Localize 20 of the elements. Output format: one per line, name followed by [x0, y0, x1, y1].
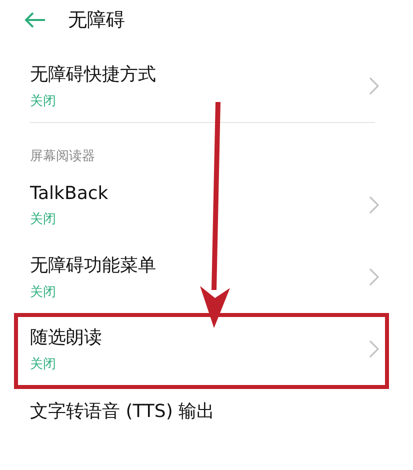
- chevron-icon: [369, 77, 379, 95]
- setting-row[interactable]: 无障碍功能菜单 关闭: [0, 241, 413, 313]
- back-icon[interactable]: [24, 12, 46, 28]
- setting-row[interactable]: TalkBack 关闭: [0, 169, 413, 241]
- setting-title: 无障碍快捷方式: [30, 63, 157, 86]
- setting-status: 关闭: [30, 210, 57, 228]
- chevron-icon: [369, 340, 379, 358]
- page-title: 无障碍: [68, 8, 125, 33]
- setting-status: 关闭: [30, 284, 57, 301]
- section-label: 屏幕阅读器: [30, 149, 95, 164]
- setting-row[interactable]: 随选朗读 关闭: [0, 313, 413, 385]
- setting-title: 随选朗读: [30, 326, 103, 349]
- setting-title[interactable]: 文字转语音 (TTS) 输出: [30, 401, 215, 422]
- chevron-icon: [369, 268, 379, 286]
- setting-row[interactable]: 无障碍快捷方式 关闭: [0, 50, 413, 122]
- chevron-icon: [369, 196, 379, 214]
- setting-title: 无障碍功能菜单: [30, 254, 157, 277]
- setting-status: 关闭: [30, 93, 57, 110]
- setting-title: TalkBack: [30, 182, 110, 204]
- setting-status: 关闭: [30, 356, 57, 373]
